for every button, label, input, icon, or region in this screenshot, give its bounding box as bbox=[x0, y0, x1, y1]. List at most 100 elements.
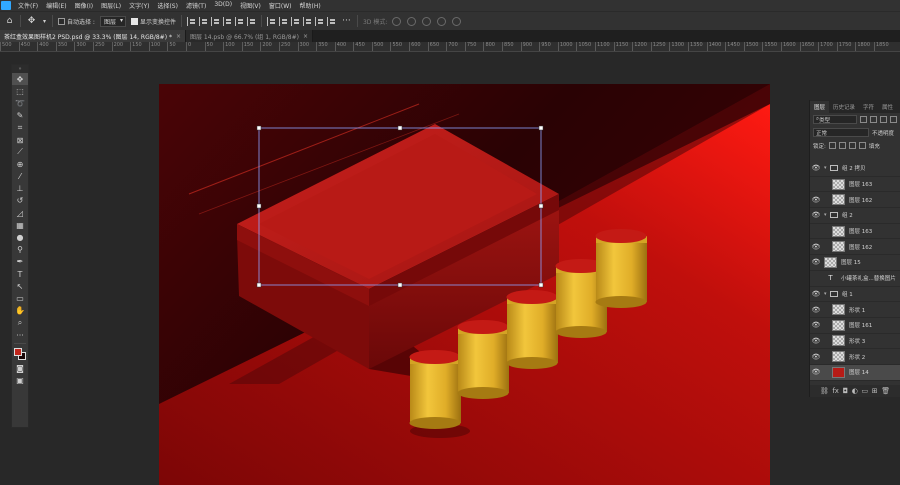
menu-item[interactable]: 滤镜(T) bbox=[182, 1, 210, 10]
visibility-eye-icon[interactable]: 👁 bbox=[810, 227, 822, 235]
3d-pan-icon[interactable] bbox=[422, 16, 432, 26]
gradient-tool-icon[interactable]: ▦ bbox=[12, 219, 28, 231]
more-options-icon[interactable]: ··· bbox=[341, 16, 352, 27]
menu-item[interactable]: 选择(S) bbox=[153, 1, 182, 10]
move-tool-icon[interactable]: ✥ bbox=[12, 73, 28, 86]
delete-layer-icon[interactable]: 🗑 bbox=[881, 387, 890, 395]
layer-row[interactable]: 👁 图层 15 bbox=[810, 255, 900, 271]
tab-properties[interactable]: 属性 bbox=[878, 101, 897, 113]
tab-character[interactable]: 字符 bbox=[859, 101, 878, 113]
3d-roll-icon[interactable] bbox=[407, 16, 417, 26]
document-tab-active[interactable]: 茶红盒效果图样机2 PSD.psd @ 33.3% (图层 14, RGB/8#… bbox=[0, 30, 186, 42]
lock-position-icon[interactable] bbox=[848, 142, 856, 149]
layer-row[interactable]: 👁 图层 14 bbox=[810, 364, 900, 381]
transform-handle[interactable] bbox=[397, 282, 403, 288]
visibility-eye-icon[interactable]: 👁 bbox=[810, 274, 822, 282]
distribute-left-icon[interactable] bbox=[302, 16, 312, 26]
lock-paint-icon[interactable] bbox=[838, 142, 846, 149]
new-layer-icon[interactable]: ⊞ bbox=[872, 387, 878, 395]
history-brush-tool-icon[interactable]: ↺ bbox=[12, 195, 28, 207]
menu-item[interactable]: 文件(F) bbox=[14, 1, 42, 10]
zoom-tool-icon[interactable]: ⌕ bbox=[12, 317, 28, 329]
filter-kind-dropdown[interactable]: ⌕ 类型 bbox=[813, 115, 857, 124]
align-bottom-icon[interactable] bbox=[210, 16, 220, 26]
menu-item[interactable]: 文字(Y) bbox=[125, 1, 153, 10]
menu-item[interactable]: 图像(I) bbox=[71, 1, 97, 10]
home-icon[interactable]: ⌂ bbox=[4, 16, 15, 27]
close-icon[interactable]: × bbox=[176, 33, 181, 40]
crop-tool-icon[interactable]: ⌗ bbox=[12, 122, 28, 134]
horizontal-ruler[interactable]: 500 450 400 350 300 250 200 150 100 50 0 50 100 150 20… bbox=[0, 42, 900, 52]
visibility-eye-icon[interactable]: 👁 bbox=[810, 337, 822, 345]
dodge-tool-icon[interactable]: ⚲ bbox=[12, 244, 28, 256]
visibility-eye-icon[interactable]: 👁 bbox=[810, 368, 822, 376]
move-tool-icon[interactable]: ✥ bbox=[26, 16, 37, 27]
menu-item[interactable]: 编辑(E) bbox=[42, 1, 70, 10]
layer-row[interactable]: 👁 形状 1 bbox=[810, 302, 900, 318]
quick-select-tool-icon[interactable]: ✎ bbox=[12, 110, 28, 122]
3d-orbit-icon[interactable] bbox=[392, 16, 402, 26]
new-group-icon[interactable]: ▭ bbox=[861, 387, 868, 395]
marquee-tool-icon[interactable]: ⬚ bbox=[12, 85, 28, 97]
toolbar-collapse-handle[interactable]: » bbox=[12, 65, 28, 73]
visibility-eye-icon[interactable]: 👁 bbox=[810, 180, 822, 188]
show-transform-checkbox[interactable]: 显示变换控件 bbox=[130, 17, 176, 26]
checkbox-box[interactable] bbox=[58, 17, 65, 25]
chevron-down-icon[interactable]: ▾ bbox=[42, 16, 47, 27]
transform-handle[interactable] bbox=[397, 125, 403, 131]
tab-history[interactable]: 历史记录 bbox=[829, 101, 859, 113]
align-vcenter-icon[interactable] bbox=[198, 16, 208, 26]
visibility-eye-icon[interactable]: 👁 bbox=[810, 290, 822, 298]
tab-layers[interactable]: 图层 bbox=[810, 101, 830, 113]
frame-tool-icon[interactable]: ⊠ bbox=[12, 134, 28, 146]
type-tool-icon[interactable]: T bbox=[12, 268, 28, 280]
visibility-eye-icon[interactable]: 👁 bbox=[810, 321, 822, 329]
menu-item[interactable]: 窗口(W) bbox=[265, 1, 296, 10]
layer-row[interactable]: 👁 ▾ 组 2 bbox=[810, 208, 900, 224]
healing-brush-tool-icon[interactable]: ⊕ bbox=[12, 158, 28, 170]
screen-mode-icon[interactable]: ▣ bbox=[12, 374, 28, 386]
visibility-eye-icon[interactable]: 👁 bbox=[810, 164, 822, 172]
layer-row[interactable]: 👁 ▾ 组 1 bbox=[810, 287, 900, 303]
transform-handle[interactable] bbox=[538, 282, 544, 288]
eyedropper-tool-icon[interactable]: ⟋ bbox=[12, 146, 28, 158]
visibility-eye-icon[interactable]: 👁 bbox=[810, 306, 822, 314]
menu-item[interactable]: 视图(V) bbox=[236, 1, 265, 10]
eraser-tool-icon[interactable]: ◿ bbox=[12, 207, 28, 219]
checkbox-box[interactable] bbox=[130, 17, 138, 25]
layer-row[interactable]: 👁 图层 163 bbox=[810, 224, 900, 240]
distribute-hcenter-icon[interactable] bbox=[314, 16, 324, 26]
align-top-icon[interactable] bbox=[186, 16, 196, 26]
transform-handle[interactable] bbox=[538, 125, 544, 131]
adjustment-layer-icon[interactable]: ◐ bbox=[852, 387, 858, 395]
blend-mode-dropdown[interactable]: 正常 bbox=[813, 128, 869, 137]
hand-tool-icon[interactable]: ✋ bbox=[12, 305, 28, 317]
menu-item[interactable]: 3D(D) bbox=[210, 1, 236, 10]
visibility-eye-icon[interactable]: 👁 bbox=[810, 243, 822, 251]
add-mask-icon[interactable]: ◘ bbox=[843, 387, 849, 395]
clone-stamp-tool-icon[interactable]: ⊥ bbox=[12, 183, 28, 195]
filter-adjust-icon[interactable] bbox=[870, 116, 877, 123]
distribute-right-icon[interactable] bbox=[326, 16, 336, 26]
transform-handle[interactable] bbox=[256, 125, 262, 131]
align-left-icon[interactable] bbox=[222, 16, 232, 26]
layer-row[interactable]: 👁 形状 2 bbox=[810, 349, 900, 365]
layer-row[interactable]: 👁 ▾ 组 2 拷贝 bbox=[810, 161, 900, 177]
menu-item[interactable]: 帮助(H) bbox=[296, 1, 325, 10]
layer-style-icon[interactable]: fx bbox=[832, 387, 839, 395]
align-hcenter-icon[interactable] bbox=[234, 16, 244, 26]
transform-handle[interactable] bbox=[538, 203, 544, 209]
filter-shape-icon[interactable] bbox=[890, 116, 897, 123]
filter-type-icon[interactable] bbox=[880, 116, 887, 123]
auto-select-target-dropdown[interactable]: 图层 bbox=[99, 15, 126, 27]
path-selection-tool-icon[interactable]: ↖ bbox=[12, 280, 28, 292]
quick-mask-icon[interactable]: ◙ bbox=[12, 362, 28, 374]
brush-tool-icon[interactable]: ⁄ bbox=[12, 171, 28, 183]
rectangle-tool-icon[interactable]: ▭ bbox=[12, 292, 28, 304]
3d-slide-icon[interactable] bbox=[437, 16, 447, 26]
color-swatches[interactable] bbox=[12, 346, 28, 362]
visibility-eye-icon[interactable]: 👁 bbox=[810, 353, 822, 361]
layer-row[interactable]: 👁 图层 161 bbox=[810, 318, 900, 334]
foreground-color-swatch[interactable] bbox=[14, 348, 22, 357]
3d-scale-icon[interactable] bbox=[452, 16, 462, 26]
